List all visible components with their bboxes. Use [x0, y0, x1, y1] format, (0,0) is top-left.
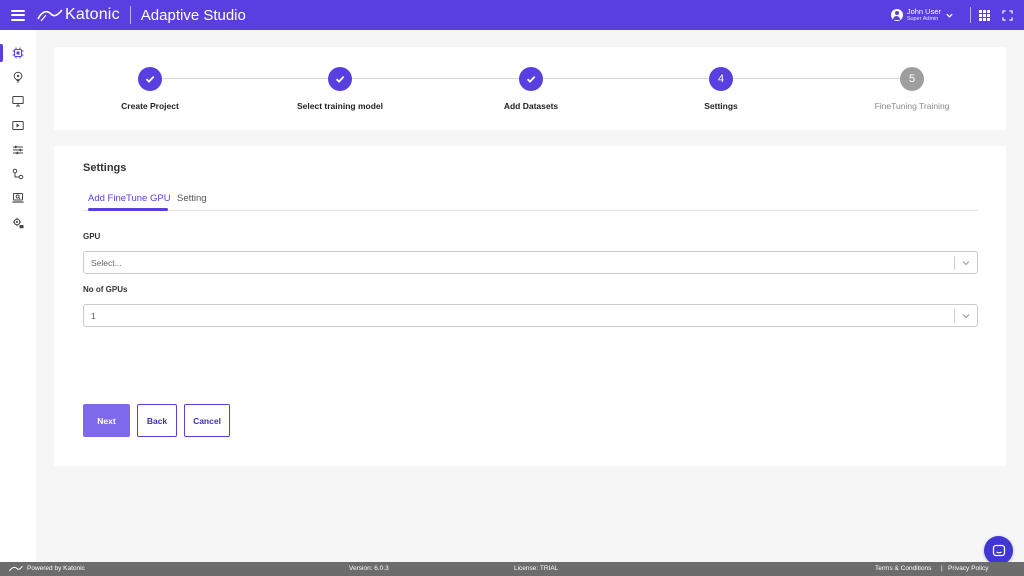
user-menu[interactable]: John User Super Admin	[890, 6, 954, 23]
footer-separator: |	[941, 565, 943, 572]
stepper-card: Create Project Select training model Add…	[54, 47, 1006, 130]
cancel-button[interactable]: Cancel	[184, 404, 230, 437]
sliders-icon	[13, 145, 23, 155]
check-icon	[519, 67, 543, 91]
brand-logo[interactable]: Katonic	[37, 6, 120, 24]
sidebar-item-sliders[interactable]	[0, 140, 36, 160]
header-divider-right	[970, 7, 971, 23]
footer-bar: Powered by Katonic Version: 6.0.3 Licens…	[0, 562, 1024, 576]
chevron-down-icon	[946, 13, 953, 18]
user-avatar-icon	[890, 9, 903, 21]
tab-setting[interactable]: Setting	[177, 193, 207, 204]
gpu-select-placeholder: Select...	[91, 258, 122, 268]
monitor-icon	[12, 96, 24, 107]
sidebar-item-monitor[interactable]	[0, 91, 36, 111]
settings-title: Settings	[83, 162, 127, 174]
step-settings[interactable]: 4 Settings	[631, 47, 811, 130]
step-add-datasets[interactable]: Add Datasets	[441, 47, 621, 130]
license-text: License: TRIAL	[514, 565, 559, 572]
num-gpus-value: 1	[91, 311, 96, 321]
settings-card: Settings Add FineTune GPU Setting GPU Se…	[54, 146, 1006, 466]
powered-by-text: Powered by Katonic	[27, 565, 85, 572]
lightbulb-icon	[13, 71, 23, 83]
apps-grid-icon[interactable]	[979, 9, 990, 21]
select-separator	[954, 309, 955, 323]
step-label: Add Datasets	[503, 101, 559, 111]
next-button[interactable]: Next	[83, 404, 130, 437]
chip-icon	[12, 47, 24, 59]
back-button[interactable]: Back	[137, 404, 177, 437]
step-finetuning-training[interactable]: 5 FineTuning Training	[822, 47, 1002, 130]
settings-tabs: Add FineTune GPU Setting	[83, 191, 978, 211]
check-icon	[138, 67, 162, 91]
katonic-logo-icon	[37, 9, 63, 22]
top-navigation-bar: Katonic Adaptive Studio John User Super …	[0, 0, 1024, 30]
tab-add-finetune-gpu[interactable]: Add FineTune GPU	[88, 193, 171, 204]
gpu-select[interactable]: Select...	[83, 251, 978, 274]
video-settings-icon	[12, 121, 24, 130]
chat-support-button[interactable]	[984, 536, 1013, 565]
sidebar-item-laptop-search[interactable]	[0, 188, 36, 208]
chevron-down-icon[interactable]	[961, 258, 971, 268]
user-name: John User	[906, 6, 941, 16]
privacy-link[interactable]: Privacy Policy	[948, 565, 988, 572]
header-divider	[129, 6, 131, 24]
fullscreen-icon[interactable]	[1002, 9, 1013, 21]
step-label: Create Project	[121, 101, 179, 111]
step-label: Settings	[704, 101, 738, 111]
num-gpus-label: No of GPUs	[83, 285, 128, 294]
sidebar-item-ideas[interactable]	[0, 67, 36, 87]
terms-link[interactable]: Terms & Conditions	[875, 565, 931, 572]
left-sidebar	[0, 30, 36, 562]
check-icon	[328, 67, 352, 91]
num-gpus-select[interactable]: 1	[83, 304, 978, 327]
active-tab-indicator	[88, 208, 168, 211]
workflow-icon	[12, 168, 24, 180]
step-create-project[interactable]: Create Project	[60, 47, 240, 130]
version-text: Version: 6.0.3	[349, 565, 389, 572]
chat-icon	[992, 544, 1005, 556]
sidebar-item-video[interactable]	[0, 116, 36, 136]
laptop-search-icon	[12, 193, 24, 203]
step-number: 4	[709, 67, 733, 91]
gear-lock-icon	[12, 217, 24, 229]
user-role: Super Admin	[906, 16, 939, 22]
step-label: FineTuning Training	[874, 101, 950, 111]
katonic-footer-logo-icon	[9, 565, 23, 572]
step-select-training-model[interactable]: Select training model	[250, 47, 430, 130]
chevron-down-icon[interactable]	[961, 311, 971, 321]
sidebar-item-chip[interactable]	[0, 43, 36, 63]
hamburger-menu-icon[interactable]	[11, 9, 25, 21]
sidebar-item-workflow[interactable]	[0, 164, 36, 184]
gpu-label: GPU	[83, 232, 101, 241]
sidebar-item-admin-settings[interactable]	[0, 213, 36, 233]
select-separator	[954, 256, 955, 270]
step-label: Select training model	[297, 101, 383, 111]
app-title: Adaptive Studio	[140, 6, 246, 24]
step-number: 5	[900, 67, 924, 91]
brand-name: Katonic	[65, 6, 120, 23]
